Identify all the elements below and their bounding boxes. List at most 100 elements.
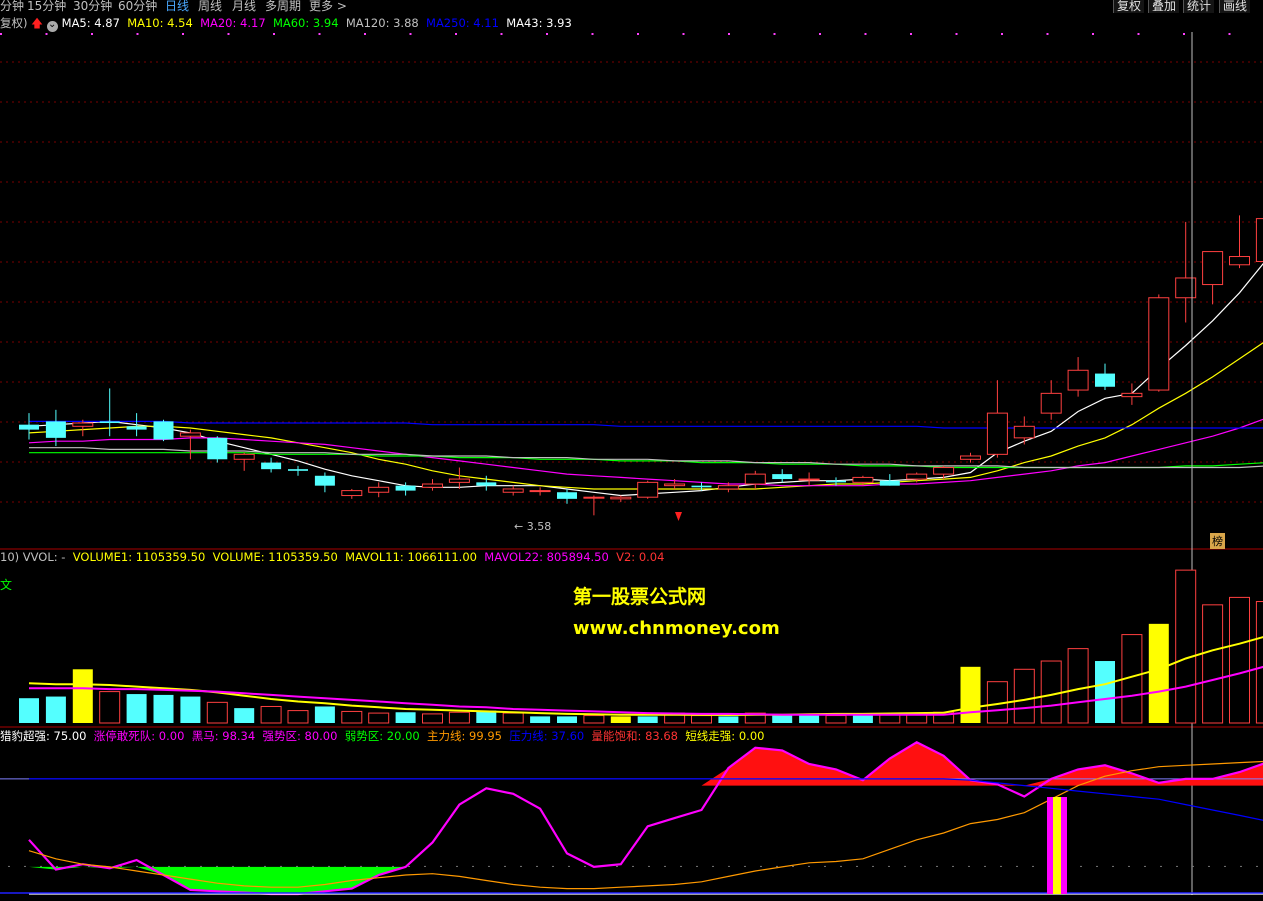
volume-bar — [691, 715, 712, 724]
weak-reference-dot — [1096, 865, 1098, 867]
candle-body — [99, 421, 120, 424]
weak-reference-dot — [312, 865, 314, 867]
main-top-dot — [318, 33, 321, 35]
main-top-dot — [455, 33, 457, 35]
candle-body — [852, 476, 874, 483]
volume-bar — [126, 694, 147, 723]
weak-reference-dot — [1240, 865, 1242, 867]
volume-bar — [99, 691, 121, 724]
watermark-url: www.chnmoney.com — [573, 618, 780, 639]
volume-bar — [557, 716, 577, 723]
weak-reference-dot — [744, 865, 746, 867]
weak-reference-dot — [216, 865, 218, 867]
weak-reference-dot — [1112, 865, 1114, 867]
volume-bar — [1175, 569, 1197, 724]
indicator-line-压力线 — [29, 778, 1263, 821]
weak-reference-dot — [296, 865, 298, 867]
weak-reference-dot — [1256, 865, 1258, 867]
volume-bar — [825, 715, 847, 724]
weak-reference-dot — [904, 865, 906, 867]
volume-bar — [530, 716, 551, 723]
candle-body — [448, 478, 470, 483]
candle-body — [1202, 251, 1224, 286]
main-top-dot — [864, 33, 867, 35]
volume-bar — [72, 669, 93, 723]
weak-reference-dot — [824, 865, 826, 867]
volume-bar — [395, 712, 416, 723]
weak-reference-dot — [392, 865, 394, 867]
weak-reference-dot — [632, 865, 634, 867]
candle-body — [529, 490, 551, 493]
weak-reference-dot — [136, 865, 138, 867]
weak-reference-dot — [1160, 865, 1162, 867]
candle-body — [664, 483, 686, 487]
weak-reference-dot — [344, 865, 346, 867]
weak-reference-dot — [1176, 865, 1178, 867]
main-top-dot — [637, 33, 639, 35]
weak-reference-dot — [952, 865, 954, 867]
candle-body — [583, 496, 605, 499]
candle-body — [610, 496, 632, 500]
candle-body — [1255, 218, 1263, 262]
weak-reference-dot — [488, 865, 490, 867]
volume-bar — [448, 711, 470, 724]
sell-marker-icon — [675, 512, 682, 521]
volume-bar — [610, 716, 631, 723]
weak-reference-dot — [840, 865, 842, 867]
candle-body — [826, 480, 846, 483]
volume-bar — [234, 708, 255, 723]
candle-body — [1067, 369, 1089, 391]
candle-body — [476, 482, 497, 486]
volume-bar — [1013, 668, 1035, 724]
candle-body — [986, 412, 1008, 455]
weak-reference-dot — [984, 865, 986, 867]
candle-body — [233, 453, 255, 460]
weak-reference-dot — [504, 865, 506, 867]
main-top-dot — [45, 33, 48, 35]
weak-reference-dot — [680, 865, 682, 867]
main-top-dot — [1001, 33, 1003, 35]
candle-body — [557, 492, 577, 499]
candle-body — [502, 488, 524, 493]
weak-reference-dot — [1144, 865, 1146, 867]
volume-bar — [153, 694, 174, 723]
candle-body — [1148, 297, 1170, 391]
volume-bar — [1229, 596, 1250, 724]
weak-reference-dot — [1192, 865, 1194, 867]
signal-bar-inner — [1053, 797, 1061, 894]
weak-reference-dot — [728, 865, 730, 867]
volume-bar — [368, 712, 390, 724]
weak-reference-dot — [56, 865, 58, 867]
candle-body — [933, 467, 955, 475]
weak-reference-dot — [760, 865, 762, 867]
volume-bar — [206, 701, 228, 724]
weak-reference-dot — [456, 865, 458, 867]
stock-chart-canvas[interactable] — [0, 0, 1263, 901]
main-top-dot — [0, 33, 2, 35]
rank-badge[interactable]: 榜 — [1210, 533, 1225, 549]
main-top-dot — [273, 33, 275, 35]
candle-body — [179, 432, 201, 437]
main-top-dot — [409, 33, 412, 35]
candle-body — [1013, 425, 1035, 439]
weak-reference-dot — [792, 865, 794, 867]
main-top-dot — [955, 33, 958, 35]
candle-body — [261, 462, 282, 470]
watermark-title: 第一股票公式网 — [573, 586, 707, 608]
candle-body — [19, 424, 39, 430]
candle-body — [126, 426, 147, 430]
weak-reference-dot — [248, 865, 250, 867]
main-top-dot — [1183, 33, 1185, 35]
volume-bar — [180, 696, 201, 723]
weak-reference-dot — [1128, 865, 1130, 867]
ma-line-ma250 — [29, 420, 1263, 429]
volume-bar — [1040, 660, 1062, 724]
candle-body — [906, 473, 928, 480]
volume-bar — [1202, 604, 1224, 724]
volume-bar — [341, 710, 363, 724]
main-top-dot — [910, 33, 912, 35]
weak-reference-dot — [24, 865, 26, 867]
candle-body — [637, 481, 659, 498]
weak-reference-dot — [232, 865, 234, 867]
candle-body — [744, 473, 766, 485]
